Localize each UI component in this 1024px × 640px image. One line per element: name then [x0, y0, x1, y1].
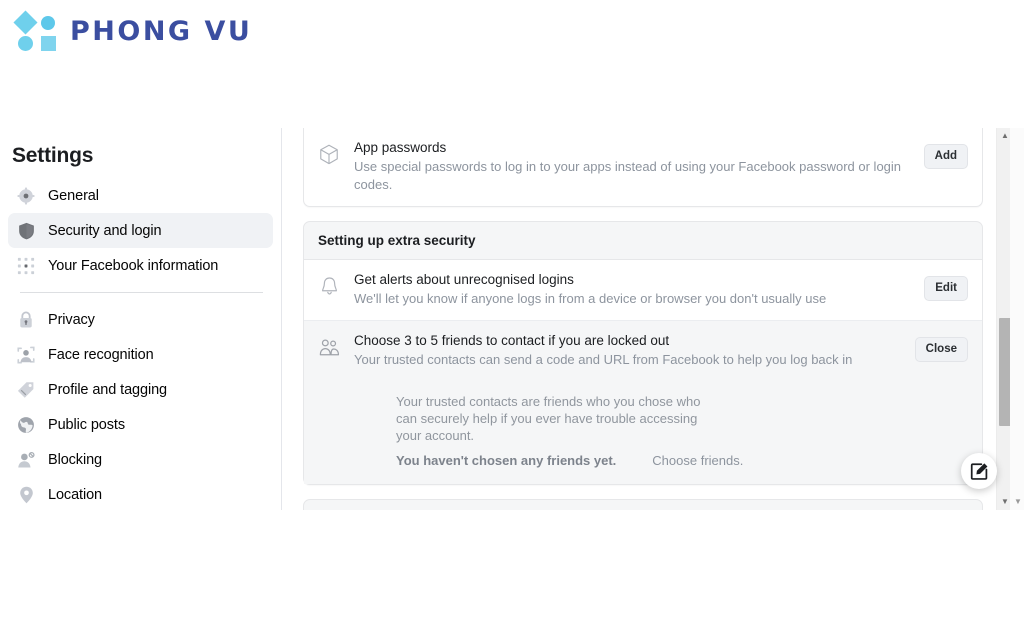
sidebar-item-privacy[interactable]: Privacy — [8, 302, 273, 337]
page-scroll-down-arrow-icon[interactable]: ▼ — [1010, 494, 1024, 510]
sidebar-item-label: Your Facebook information — [48, 257, 219, 274]
extra-security-body: Get alerts about unrecognised logins We'… — [303, 260, 983, 485]
sidebar-item-label: Blocking — [48, 451, 103, 468]
app-passwords-title: App passwords — [354, 140, 447, 155]
gear-icon — [16, 186, 36, 206]
card-gap-2 — [303, 485, 983, 499]
phong-vu-logo-icon — [13, 10, 60, 51]
sidebar-item-security-and-login[interactable]: Security and login — [8, 213, 273, 248]
tag-icon — [16, 380, 36, 400]
settings-sidebar: Settings General Security and login Your… — [0, 128, 282, 510]
app-passwords-row[interactable]: App passwords Use special passwords to l… — [304, 128, 982, 206]
trusted-contacts-subtitle: Your trusted contacts can send a code an… — [354, 352, 853, 367]
app-passwords-text: App passwords Use special passwords to l… — [354, 138, 914, 194]
login-alerts-text: Get alerts about unrecognised logins We'… — [354, 270, 914, 308]
logo-circle-bottom-shape — [18, 36, 33, 51]
trusted-contacts-expanded-panel: Your trusted contacts are friends who yo… — [304, 381, 982, 484]
trusted-contacts-action: Close — [905, 331, 968, 362]
sidebar-item-profile-and-tagging[interactable]: Profile and tagging — [8, 372, 273, 407]
person-block-icon — [16, 450, 36, 470]
trusted-contacts-text: Choose 3 to 5 friends to contact if you … — [354, 331, 905, 369]
page-root: PHONG VU Settings General Security and l… — [0, 0, 1024, 640]
logo-square-shape — [41, 36, 56, 51]
trusted-contacts-title: Choose 3 to 5 friends to contact if you … — [354, 333, 670, 348]
app-passwords-subtitle: Use special passwords to log in to your … — [354, 159, 902, 192]
friends-icon — [318, 336, 340, 358]
lock-icon — [16, 310, 36, 330]
sidebar-nav: General Security and login Your Facebook… — [0, 178, 281, 512]
brand-header: PHONG VU — [0, 0, 1024, 62]
login-alerts-row[interactable]: Get alerts about unrecognised logins We'… — [304, 260, 982, 320]
brand-name: PHONG VU — [70, 15, 253, 47]
page-scrollbar[interactable]: ▼ — [1010, 128, 1024, 510]
sidebar-item-your-facebook-information[interactable]: Your Facebook information — [8, 248, 273, 283]
trusted-contacts-status: You haven't chosen any friends yet. — [396, 453, 617, 468]
sidebar-item-label: Security and login — [48, 222, 162, 239]
sidebar-item-label: Location — [48, 486, 103, 503]
bell-icon — [318, 275, 340, 297]
edit-button[interactable]: Edit — [924, 276, 968, 301]
advanced-card: Advanced Encrypted notification emails E… — [303, 499, 983, 510]
trusted-contacts-expanded-inner: Your trusted contacts are friends who yo… — [318, 393, 968, 468]
settings-main-content: App passwords Use special passwords to l… — [303, 128, 983, 510]
location-pin-icon — [16, 485, 36, 505]
face-scan-icon — [16, 345, 36, 365]
globe-icon — [16, 415, 36, 435]
sidebar-item-label: Profile and tagging — [48, 381, 168, 398]
trusted-contacts-row[interactable]: Choose 3 to 5 friends to contact if you … — [304, 321, 982, 381]
card-gap — [303, 207, 983, 221]
add-button[interactable]: Add — [923, 144, 968, 169]
extra-security-card: Setting up extra security Get alerts abo… — [303, 221, 983, 485]
sidebar-item-label: General — [48, 187, 99, 204]
sidebar-divider — [20, 292, 263, 293]
grid-dots-icon — [16, 256, 36, 276]
close-button[interactable]: Close — [914, 337, 968, 362]
logo-circle-top-shape — [41, 16, 55, 30]
advanced-header: Advanced — [303, 499, 983, 510]
sidebar-item-blocking[interactable]: Blocking — [8, 442, 273, 477]
sidebar-item-label: Privacy — [48, 311, 95, 328]
shield-icon — [16, 221, 36, 241]
sidebar-item-label: Public posts — [48, 416, 125, 433]
app-passwords-card: App passwords Use special passwords to l… — [303, 128, 983, 207]
extra-security-header: Setting up extra security — [303, 221, 983, 260]
sidebar-item-general[interactable]: General — [8, 178, 273, 213]
trusted-contacts-status-line: You haven't chosen any friends yet. Choo… — [396, 453, 948, 468]
cube-icon — [318, 143, 340, 165]
logo-diamond-shape — [13, 10, 38, 35]
choose-friends-link[interactable]: Choose friends. — [652, 453, 743, 468]
login-alerts-subtitle: We'll let you know if anyone logs in fro… — [354, 291, 827, 306]
login-alerts-title: Get alerts about unrecognised logins — [354, 272, 574, 287]
page-title: Settings — [12, 144, 94, 167]
sidebar-item-face-recognition[interactable]: Face recognition — [8, 337, 273, 372]
sidebar-item-public-posts[interactable]: Public posts — [8, 407, 273, 442]
sidebar-item-label: Face recognition — [48, 346, 154, 363]
login-alerts-action: Edit — [914, 270, 968, 301]
sidebar-item-location[interactable]: Location — [8, 477, 273, 512]
compose-edit-icon — [970, 462, 989, 481]
app-passwords-action: Add — [914, 138, 968, 169]
trusted-contacts-description: Your trusted contacts are friends who yo… — [396, 394, 701, 443]
compose-fab-button[interactable] — [961, 453, 997, 489]
